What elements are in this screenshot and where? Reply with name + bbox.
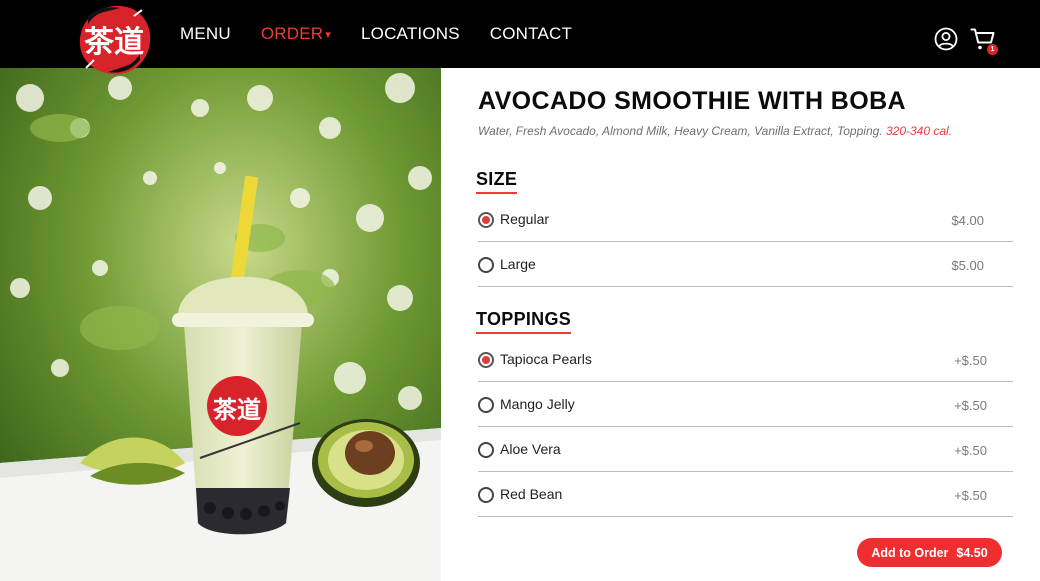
option-price: +$.50: [954, 353, 987, 368]
size-heading: SIZE: [476, 169, 518, 194]
option-label: Mango Jelly: [500, 396, 575, 412]
radio-unchecked-icon[interactable]: [478, 257, 494, 273]
shopping-cart-icon[interactable]: 1: [970, 26, 998, 55]
nav-order[interactable]: ORDER ▾: [261, 24, 331, 44]
option-price: $4.00: [951, 213, 984, 228]
option-price: +$.50: [954, 488, 987, 503]
add-to-order-label: Add to Order: [871, 545, 949, 560]
chevron-down-icon: ▾: [325, 29, 331, 41]
topping-option-tapioca-pearls[interactable]: Tapioca Pearls +$.50: [478, 338, 1013, 382]
user-circle-icon[interactable]: [934, 27, 958, 51]
nav-order-label: ORDER: [260, 24, 324, 43]
radio-checked-icon[interactable]: [478, 352, 494, 368]
option-label: Large: [500, 256, 536, 272]
calories-text: 320-340 cal.: [885, 124, 953, 138]
topping-option-mango-jelly[interactable]: Mango Jelly +$.50: [478, 383, 1013, 427]
size-option-large[interactable]: Large $5.00: [478, 243, 1013, 287]
nav-locations[interactable]: LOCATIONS: [361, 24, 460, 44]
option-price: $5.00: [951, 258, 984, 273]
option-label: Aloe Vera: [500, 441, 561, 457]
svg-text:茶道: 茶道: [213, 396, 261, 424]
logo-text: 茶道: [84, 25, 144, 60]
option-label: Regular: [500, 211, 550, 227]
topping-option-red-bean[interactable]: Red Bean +$.50: [478, 473, 1013, 517]
nav-actions: 1: [934, 26, 998, 55]
brand-logo[interactable]: 茶道: [74, 2, 154, 78]
chadao-logo-icon: 茶道: [79, 5, 151, 75]
smoothie-photo-image: 茶道: [0, 68, 441, 581]
main-nav: MENU ORDER ▾ LOCATIONS CONTACT: [180, 0, 602, 68]
nav-contact[interactable]: CONTACT: [490, 24, 572, 44]
option-label: Tapioca Pearls: [500, 351, 592, 367]
product-photo: 茶道: [0, 68, 441, 581]
add-to-order-button[interactable]: Add to Order $4.50: [857, 538, 1002, 567]
nav-menu[interactable]: MENU: [180, 24, 231, 44]
size-option-regular[interactable]: Regular $4.00: [478, 198, 1013, 242]
toppings-heading: TOPPINGS: [476, 309, 572, 334]
option-price: +$.50: [954, 398, 987, 413]
ingredients-text: Water, Fresh Avocado, Almond Milk, Heavy…: [478, 124, 883, 138]
product-description: Water, Fresh Avocado, Almond Milk, Heavy…: [478, 124, 952, 138]
top-navbar: MENU ORDER ▾ LOCATIONS CONTACT 1: [0, 0, 1040, 68]
option-price: +$.50: [954, 443, 987, 458]
option-label: Red Bean: [500, 486, 563, 502]
cart-count-badge: 1: [987, 44, 998, 55]
add-to-order-price: $4.50: [956, 545, 988, 560]
radio-checked-icon[interactable]: [478, 212, 494, 228]
radio-unchecked-icon[interactable]: [478, 397, 494, 413]
product-title: AVOCADO SMOOTHIE WITH BOBA: [478, 87, 906, 115]
radio-unchecked-icon[interactable]: [478, 442, 494, 458]
radio-unchecked-icon[interactable]: [478, 487, 494, 503]
topping-option-aloe-vera[interactable]: Aloe Vera +$.50: [478, 428, 1013, 472]
